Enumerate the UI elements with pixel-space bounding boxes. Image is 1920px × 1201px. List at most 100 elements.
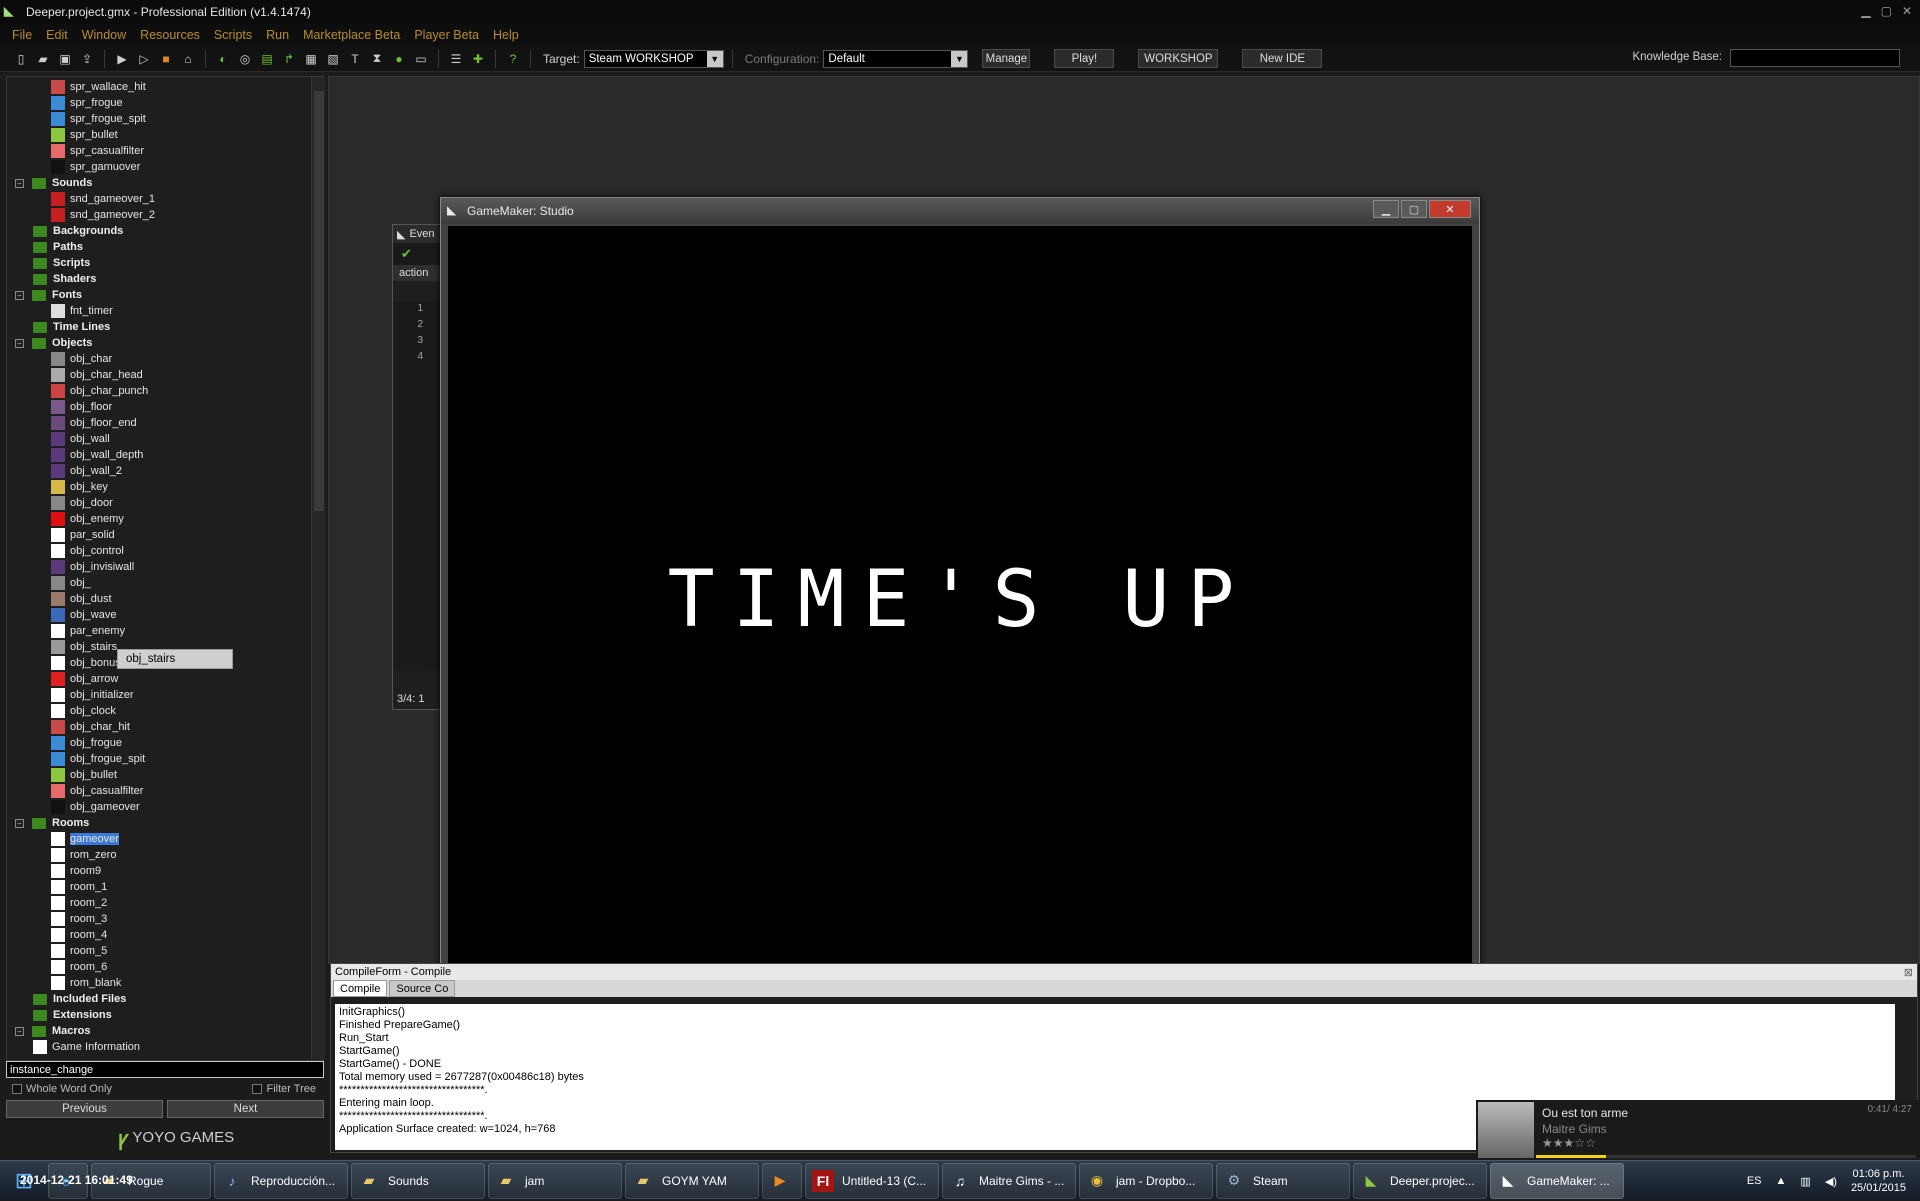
expand-icon[interactable]: − <box>15 338 24 348</box>
tree-item-object[interactable]: obj_enemy <box>51 511 124 527</box>
tree-item-room[interactable]: room_5 <box>51 943 107 959</box>
manage-button[interactable]: Manage <box>982 49 1031 68</box>
room-icon[interactable]: ▭ <box>412 50 430 68</box>
close-icon[interactable]: ⊠ <box>1904 966 1913 979</box>
menu-run[interactable]: Run <box>266 28 289 42</box>
tree-item-room[interactable]: gameover <box>51 831 119 847</box>
tree-item-font[interactable]: fnt_timer <box>51 303 113 319</box>
tree-item-object[interactable]: obj_arrow <box>51 671 118 687</box>
volume-icon[interactable]: ◀) <box>1825 1175 1837 1188</box>
filter-tree-checkbox[interactable] <box>252 1084 263 1094</box>
tree-item-sprite[interactable]: spr_frogue_spit <box>51 111 146 127</box>
taskbar-item-steam[interactable]: ⚙ Steam <box>1216 1162 1350 1199</box>
close-icon[interactable]: ✕ <box>1902 4 1912 18</box>
tree-folder-fonts[interactable]: − Fonts <box>15 287 82 303</box>
font-icon[interactable]: T <box>346 50 364 68</box>
tree-item-object[interactable]: obj_clock <box>51 703 116 719</box>
tree-folder-backgrounds[interactable]: Backgrounds <box>33 223 123 239</box>
tree-item-object[interactable]: obj_char <box>51 351 112 367</box>
taskbar-item-player[interactable]: ♪ Reproducción... <box>214 1162 348 1199</box>
new-file-icon[interactable]: ▯ <box>12 50 30 68</box>
menu-help[interactable]: Help <box>493 28 519 42</box>
tree-folder-sounds[interactable]: − Sounds <box>15 175 92 191</box>
expand-icon[interactable]: − <box>15 1026 24 1036</box>
tree-scrollbar[interactable] <box>311 77 325 1059</box>
tree-item-object[interactable]: obj_key <box>51 479 108 495</box>
taskbar-item-music[interactable]: ♫ Maitre Gims - ... <box>942 1162 1076 1199</box>
checkmark-icon[interactable]: ✔ <box>401 246 412 262</box>
taskbar-item-chrome[interactable]: ◉ jam - Dropbo... <box>1079 1162 1213 1199</box>
scroll-thumb[interactable] <box>314 91 324 511</box>
target-select[interactable]: Steam WORKSHOP ▼ <box>583 49 724 68</box>
tree-item-room[interactable]: room_3 <box>51 911 107 927</box>
background-icon[interactable]: ▤ <box>258 50 276 68</box>
taskbar-item-sounds[interactable]: ▰ Sounds <box>351 1162 485 1199</box>
tree-item-room[interactable]: room_1 <box>51 879 107 895</box>
tree-item-object[interactable]: obj_invisiwall <box>51 559 134 575</box>
new-ide-button[interactable]: New IDE <box>1242 49 1323 68</box>
tree-item-sprite[interactable]: spr_bullet <box>51 127 118 143</box>
tree-item-object[interactable]: obj_wall <box>51 431 110 447</box>
previous-button[interactable]: Previous <box>6 1100 163 1118</box>
tree-item-object[interactable]: par_solid <box>51 527 115 543</box>
tree-folder-scripts[interactable]: Scripts <box>33 255 90 271</box>
play-button[interactable]: Play! <box>1054 49 1115 68</box>
run-icon[interactable]: ▶ <box>113 50 131 68</box>
tree-item-sound[interactable]: snd_gameover_1 <box>51 191 155 207</box>
workshop-button[interactable]: WORKSHOP <box>1138 49 1219 68</box>
object-icon[interactable]: ● <box>390 50 408 68</box>
tab-compile[interactable]: Compile <box>333 980 388 997</box>
music-notification[interactable]: Ou est ton arme Maitre Gims ★★★☆☆ 0:41/ … <box>1476 1100 1920 1158</box>
resource-tree[interactable]: spr_wallace_hit spr_frogue spr_frogue_spit… <box>7 77 307 1059</box>
tree-item-object[interactable]: obj_wall_depth <box>51 447 143 463</box>
menu-resources[interactable]: Resources <box>140 28 200 42</box>
expand-icon[interactable]: − <box>15 818 24 828</box>
menu-file[interactable]: File <box>12 28 32 42</box>
tree-item-room[interactable]: rom_blank <box>51 975 121 991</box>
menu-window[interactable]: Window <box>82 28 126 42</box>
game-window-titlebar[interactable]: ◣ GameMaker: Studio ▁ ▢ ✕ <box>441 198 1479 224</box>
tree-search-input[interactable]: instance_change <box>6 1061 324 1078</box>
network-icon[interactable]: ▥ <box>1800 1175 1810 1188</box>
minimize-icon[interactable]: ▁ <box>1373 200 1399 218</box>
tree-folder-objects[interactable]: − Objects <box>15 335 92 351</box>
tree-item-game-info[interactable]: Game Information <box>33 1039 140 1055</box>
tree-item-sprite[interactable]: spr_frogue <box>51 95 123 111</box>
tree-item-object[interactable]: obj_wall_2 <box>51 463 122 479</box>
config-select[interactable]: Default ▼ <box>823 49 969 68</box>
tree-item-object[interactable]: obj_char_head <box>51 367 143 383</box>
tree-item-object[interactable]: obj_stairs <box>51 639 117 655</box>
help-icon[interactable]: ? <box>504 50 522 68</box>
tree-item-object[interactable]: obj_casualfilter <box>51 783 143 799</box>
tree-item-object[interactable]: obj_floor_end <box>51 415 137 431</box>
kb-search-input[interactable] <box>1730 49 1900 67</box>
tree-item-object[interactable]: obj_bullet <box>51 767 117 783</box>
menu-scripts[interactable]: Scripts <box>214 28 252 42</box>
sound-icon[interactable]: ◎ <box>236 50 254 68</box>
clock[interactable]: 01:06 p.m. 25/01/2015 <box>1851 1167 1906 1195</box>
taskbar-item-goym[interactable]: ▰ GOYM YAM <box>625 1162 759 1199</box>
chevron-down-icon[interactable]: ▼ <box>951 50 968 67</box>
tree-item-object[interactable]: obj_control <box>51 543 124 559</box>
tree-item-object[interactable]: obj_door <box>51 495 113 511</box>
menu-marketplace[interactable]: Marketplace Beta <box>303 28 400 42</box>
taskbar-item-gamemaker[interactable]: ◣ GameMaker: ... <box>1490 1162 1624 1199</box>
debug-icon[interactable]: ▷ <box>135 50 153 68</box>
tree-item-object[interactable]: obj_frogue_spit <box>51 751 145 767</box>
tree-item-object[interactable]: obj_char_punch <box>51 383 148 399</box>
taskbar-item-deeper[interactable]: ◣ Deeper.projec... <box>1353 1162 1487 1199</box>
expand-icon[interactable]: − <box>15 290 24 300</box>
expand-icon[interactable]: − <box>15 178 24 188</box>
tree-folder-shaders[interactable]: Shaders <box>33 271 96 287</box>
tree-folder-macros[interactable]: − Macros <box>15 1023 91 1039</box>
tree-folder-rooms[interactable]: − Rooms <box>15 815 89 831</box>
open-icon[interactable]: ▰ <box>34 50 52 68</box>
whole-word-checkbox[interactable] <box>12 1084 22 1094</box>
shader-icon[interactable]: ▧ <box>324 50 342 68</box>
stop-icon[interactable]: ■ <box>157 50 175 68</box>
tree-item-object[interactable]: obj_initializer <box>51 687 134 703</box>
minimize-icon[interactable]: ▁ <box>1861 4 1870 18</box>
maximize-icon[interactable]: ▢ <box>1401 200 1427 218</box>
language-indicator[interactable]: ES <box>1747 1175 1762 1187</box>
menu-edit[interactable]: Edit <box>46 28 68 42</box>
